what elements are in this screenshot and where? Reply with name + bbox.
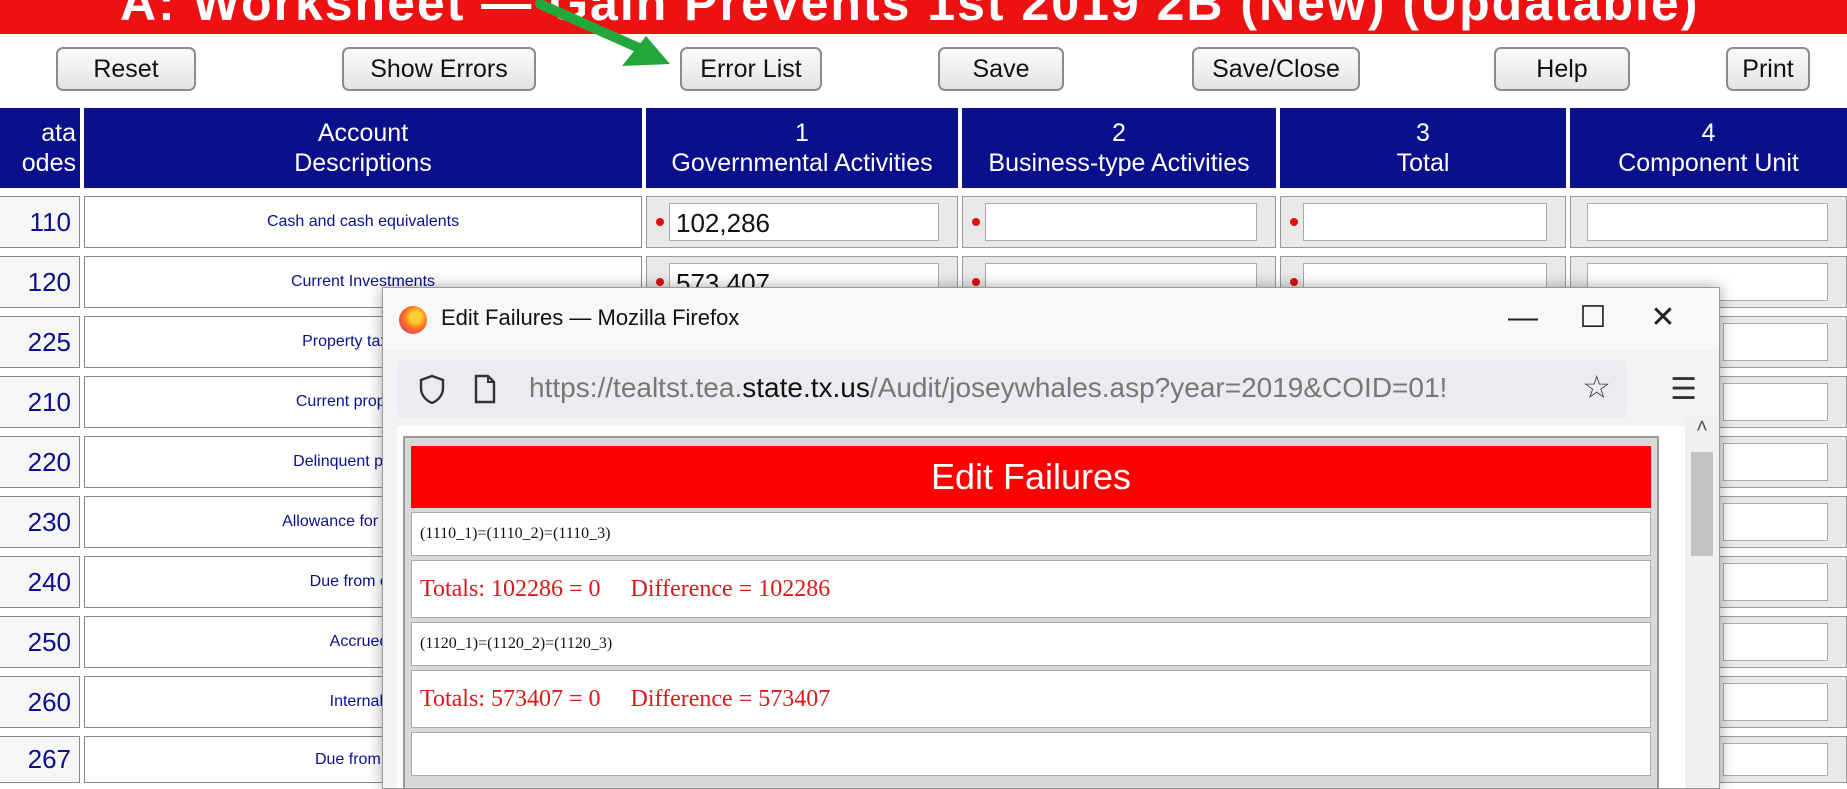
page-icon bbox=[474, 374, 496, 404]
reset-button[interactable]: Reset bbox=[56, 47, 196, 91]
close-icon[interactable]: ✕ bbox=[1633, 296, 1693, 340]
amount-input[interactable] bbox=[1723, 443, 1828, 481]
row-code: 210 bbox=[0, 376, 80, 428]
page-banner: A: Worksheet — Gain Prevents 1st 2019 2B… bbox=[0, 0, 1847, 34]
save-close-button[interactable]: Save/Close bbox=[1192, 47, 1360, 91]
cell-col1: 102,286 bbox=[646, 196, 958, 248]
cell-col4 bbox=[1718, 316, 1847, 368]
cell-col4 bbox=[1570, 196, 1847, 248]
edit-failures-panel: Edit Failures (1110_1)=(1110_2)=(1110_3)… bbox=[403, 436, 1659, 788]
url-bar[interactable]: https://tealtst.tea.state.tx.us/Audit/jo… bbox=[397, 360, 1627, 418]
window-title: Edit Failures — Mozilla Firefox bbox=[441, 305, 740, 330]
scrollbar[interactable]: ˄ bbox=[1685, 416, 1719, 788]
amount-input[interactable] bbox=[1723, 323, 1828, 361]
edit-failures-heading: Edit Failures bbox=[411, 446, 1651, 508]
required-marker-icon bbox=[656, 278, 664, 286]
amount-input[interactable] bbox=[1303, 203, 1547, 241]
toolbar: Reset Show Errors Error List Save Save/C… bbox=[0, 34, 1847, 108]
row-code: 230 bbox=[0, 496, 80, 548]
amount-input[interactable] bbox=[1723, 623, 1828, 661]
amount-input[interactable] bbox=[1723, 743, 1828, 776]
required-marker-icon bbox=[1290, 278, 1298, 286]
show-errors-button[interactable]: Show Errors bbox=[342, 47, 536, 91]
bookmark-star-icon[interactable]: ☆ bbox=[1582, 368, 1611, 406]
cell-col4 bbox=[1718, 436, 1847, 488]
required-marker-icon bbox=[1290, 218, 1298, 226]
row-code: 240 bbox=[0, 556, 80, 608]
header-col-4: 4 Component Unit bbox=[1570, 108, 1847, 188]
error-list-button[interactable]: Error List bbox=[680, 47, 822, 91]
save-button[interactable]: Save bbox=[938, 47, 1064, 91]
page-title: A: Worksheet — Gain Prevents 1st 2019 2B… bbox=[120, 0, 1700, 31]
failure-formula bbox=[411, 732, 1651, 776]
edit-failures-window: Edit Failures — Mozilla Firefox — ☐ ✕ ht… bbox=[382, 287, 1720, 789]
row-code: 110 bbox=[0, 196, 80, 248]
amount-input[interactable] bbox=[985, 203, 1257, 241]
cell-col2 bbox=[962, 196, 1276, 248]
row-code: 267 bbox=[0, 736, 80, 783]
row-code: 220 bbox=[0, 436, 80, 488]
minimize-icon[interactable]: — bbox=[1493, 296, 1553, 340]
scroll-up-icon[interactable]: ˄ bbox=[1689, 416, 1715, 446]
cell-col3 bbox=[1280, 196, 1566, 248]
row-code: 120 bbox=[0, 256, 80, 308]
firefox-logo-icon bbox=[399, 306, 427, 334]
row-code: 260 bbox=[0, 676, 80, 728]
header-data-codes: ata odes bbox=[0, 108, 80, 188]
failure-totals: Totals: 573407 = 0 Difference = 573407 bbox=[411, 670, 1651, 728]
url-text[interactable]: https://tealtst.tea.state.tx.us/Audit/jo… bbox=[529, 372, 1529, 404]
amount-input[interactable] bbox=[1723, 503, 1828, 541]
row-description: Cash and cash equivalents bbox=[84, 196, 642, 248]
failure-formula: (1110_1)=(1110_2)=(1110_3) bbox=[411, 512, 1651, 556]
header-col-2: 2 Business-type Activities bbox=[962, 108, 1276, 188]
amount-input[interactable]: 102,286 bbox=[669, 203, 939, 241]
amount-input[interactable] bbox=[1723, 683, 1828, 721]
amount-input[interactable] bbox=[1587, 203, 1828, 241]
annotation-arrow-icon bbox=[535, 0, 670, 66]
header-account-descriptions: Account Descriptions bbox=[84, 108, 642, 188]
print-button[interactable]: Print bbox=[1726, 47, 1810, 91]
cell-col4 bbox=[1718, 676, 1847, 728]
hamburger-menu-icon[interactable]: ☰ bbox=[1670, 372, 1697, 407]
required-marker-icon bbox=[972, 218, 980, 226]
failure-formula: (1120_1)=(1120_2)=(1120_3) bbox=[411, 622, 1651, 666]
cell-col4 bbox=[1718, 376, 1847, 428]
row-code: 250 bbox=[0, 616, 80, 668]
cell-col4 bbox=[1718, 556, 1847, 608]
failure-totals: Totals: 102286 = 0 Difference = 102286 bbox=[411, 560, 1651, 618]
cell-col4 bbox=[1718, 616, 1847, 668]
cell-col4 bbox=[1718, 496, 1847, 548]
scrollbar-thumb[interactable] bbox=[1691, 452, 1713, 556]
header-col-3: 3 Total bbox=[1280, 108, 1566, 188]
window-titlebar[interactable]: Edit Failures — Mozilla Firefox — ☐ ✕ bbox=[383, 288, 1719, 350]
page-content: Edit Failures (1110_1)=(1110_2)=(1110_3)… bbox=[397, 426, 1692, 788]
row-code: 225 bbox=[0, 316, 80, 368]
header-col-1: 1 Governmental Activities bbox=[646, 108, 958, 188]
cell-col4 bbox=[1718, 736, 1847, 783]
amount-input[interactable] bbox=[1723, 383, 1828, 421]
shield-icon[interactable] bbox=[419, 374, 445, 404]
help-button[interactable]: Help bbox=[1494, 47, 1630, 91]
maximize-icon[interactable]: ☐ bbox=[1563, 296, 1623, 340]
required-marker-icon bbox=[972, 278, 980, 286]
amount-input[interactable] bbox=[1723, 563, 1828, 601]
required-marker-icon bbox=[656, 218, 664, 226]
